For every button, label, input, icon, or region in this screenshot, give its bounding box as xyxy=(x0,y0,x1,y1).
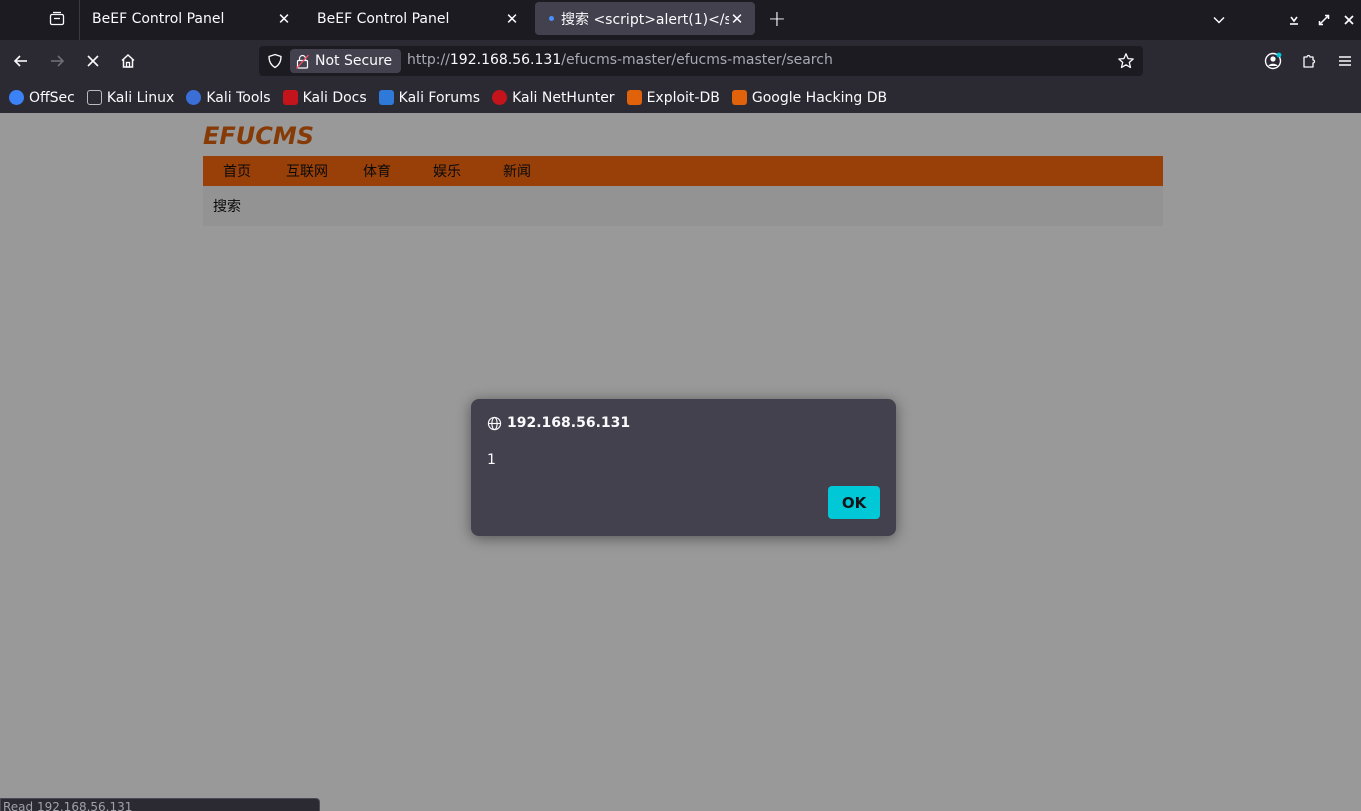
forward-arrow-icon xyxy=(51,55,65,67)
puzzle-piece-icon xyxy=(1303,54,1316,68)
site-security-button[interactable]: Not Secure xyxy=(290,49,402,73)
url-prefix: http:// xyxy=(407,52,450,68)
kali-forums-icon xyxy=(378,90,394,105)
firefox-view-icon xyxy=(49,11,65,26)
bookmarks-toolbar: OffSec Kali Linux Kali Tools Kali Docs K… xyxy=(0,82,1361,113)
close-tab-icon[interactable]: ✕ xyxy=(276,10,292,28)
url-text[interactable]: http://192.168.56.131/efucms-master/efuc… xyxy=(407,52,833,68)
bookmark-kali-linux[interactable]: Kali Linux xyxy=(86,89,175,106)
list-all-tabs-button[interactable] xyxy=(1209,10,1229,30)
bookmark-google-hacking-db[interactable]: Google Hacking DB xyxy=(731,89,888,106)
ok-button[interactable]: OK xyxy=(828,486,880,519)
insecure-lock-icon xyxy=(296,54,309,69)
account-icon xyxy=(1264,52,1282,70)
new-tab-button[interactable]: + xyxy=(764,6,790,32)
bookmark-kali-forums[interactable]: Kali Forums xyxy=(378,89,481,106)
account-button[interactable] xyxy=(1261,49,1285,73)
dialog-header: 192.168.56.131 xyxy=(487,415,630,431)
exploit-db-icon xyxy=(626,90,642,105)
minimize-icon xyxy=(1290,16,1298,25)
close-window-button[interactable] xyxy=(1339,10,1359,30)
bookmark-label: Exploit-DB xyxy=(646,89,720,106)
tab-label: 搜索 <script>alert(1)</scri xyxy=(561,11,729,28)
tab-beef-1[interactable]: BeEF Control Panel ✕ xyxy=(80,2,302,35)
close-icon xyxy=(1344,15,1354,25)
kali-nethunter-icon xyxy=(492,90,508,105)
dialog-origin: 192.168.56.131 xyxy=(507,415,631,431)
tracking-protection-shield-icon[interactable] xyxy=(267,53,283,69)
close-tab-icon[interactable]: ✕ xyxy=(504,10,520,28)
kali-docs-icon xyxy=(282,90,298,105)
chevron-down-icon xyxy=(1213,16,1225,24)
tab-search-active[interactable]: 搜索 <script>alert(1)</scri ✕ xyxy=(535,2,755,35)
google-hacking-db-icon xyxy=(731,90,747,105)
kali-tools-icon xyxy=(186,90,202,105)
dialog-message: 1 xyxy=(487,452,496,468)
navigation-toolbar: Not Secure http://192.168.56.131/efucms-… xyxy=(0,40,1361,82)
bookmark-label: Kali Tools xyxy=(206,89,271,106)
bookmark-kali-nethunter[interactable]: Kali NetHunter xyxy=(492,89,615,106)
app-menu-button[interactable] xyxy=(1333,49,1357,73)
forward-button[interactable] xyxy=(45,49,69,73)
maximize-window-button[interactable] xyxy=(1314,10,1334,30)
hamburger-menu-icon xyxy=(1339,56,1351,66)
stop-icon xyxy=(87,55,99,67)
stop-loading-button[interactable] xyxy=(81,49,105,73)
firefox-view-button[interactable] xyxy=(40,4,74,34)
url-path: /efucms-master/efucms-master/search xyxy=(561,52,833,68)
status-panel: Read 192.168.56.131 xyxy=(0,798,320,811)
bookmark-label: Google Hacking DB xyxy=(751,89,888,106)
bookmark-label: Kali Docs xyxy=(302,89,367,106)
tab-label: BeEF Control Panel xyxy=(92,10,225,27)
bookmark-label: OffSec xyxy=(29,89,75,106)
back-arrow-icon xyxy=(13,55,27,67)
extensions-button[interactable] xyxy=(1297,49,1321,73)
globe-icon xyxy=(487,416,502,430)
maximize-icon xyxy=(1318,14,1330,26)
bookmark-label: Kali NetHunter xyxy=(512,89,615,106)
kali-dragon-icon xyxy=(86,90,102,105)
minimize-window-button[interactable] xyxy=(1284,10,1304,30)
bookmark-kali-docs[interactable]: Kali Docs xyxy=(282,89,367,106)
tab-beef-2[interactable]: BeEF Control Panel ✕ xyxy=(305,2,530,35)
bookmark-star-icon[interactable] xyxy=(1117,52,1135,70)
alert-dialog: 192.168.56.131 1 OK xyxy=(471,399,896,536)
close-tab-icon[interactable]: ✕ xyxy=(729,10,745,28)
back-button[interactable] xyxy=(9,49,33,73)
tab-strip: BeEF Control Panel ✕ BeEF Control Panel … xyxy=(0,0,1361,40)
loading-dot-icon xyxy=(549,16,554,21)
url-bar[interactable]: Not Secure http://192.168.56.131/efucms-… xyxy=(259,46,1143,76)
url-host: 192.168.56.131 xyxy=(449,52,562,68)
home-icon xyxy=(121,53,135,68)
bookmark-label: Kali Forums xyxy=(398,89,481,106)
bookmark-label: Kali Linux xyxy=(106,89,175,106)
bookmark-kali-tools[interactable]: Kali Tools xyxy=(186,89,271,106)
tab-label: BeEF Control Panel xyxy=(317,10,450,27)
bookmark-offsec[interactable]: OffSec xyxy=(9,90,75,106)
not-secure-label: Not Secure xyxy=(315,53,393,69)
bookmark-exploit-db[interactable]: Exploit-DB xyxy=(626,89,720,106)
home-button[interactable] xyxy=(116,49,140,73)
offsec-icon xyxy=(9,90,24,105)
